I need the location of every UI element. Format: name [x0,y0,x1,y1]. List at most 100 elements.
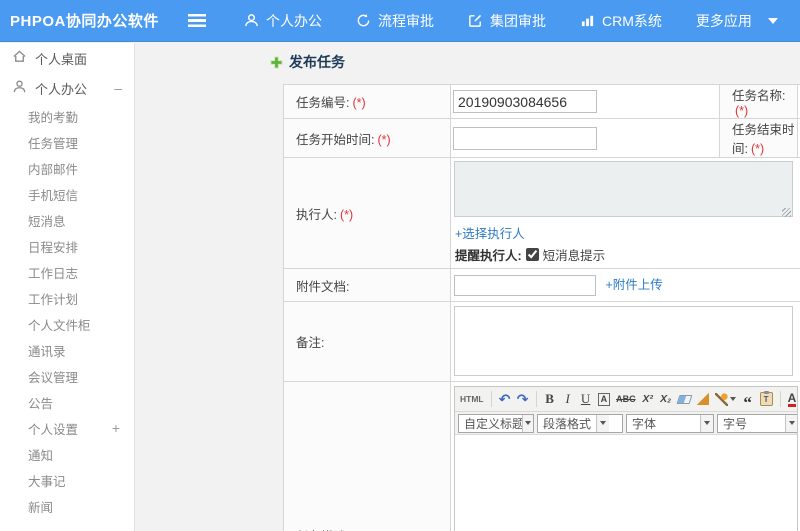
form-row-remark: 备注: [283,301,800,382]
sidebar-item-label: 个人办公 [35,81,88,97]
required-mark: (*) [735,104,749,118]
toolbar-separator [535,391,537,407]
sidebar-item-work-log[interactable]: 工作日志 [0,259,134,285]
sms-remind-option-label: 短消息提示 [542,249,606,263]
sidebar-item-label: 日程安排 [28,240,79,255]
superscript-button[interactable]: X² [640,390,656,409]
format-brush-button[interactable] [695,390,711,409]
sidebar-item-file-cabinet[interactable]: 个人文件柜 [0,311,134,337]
sidebar-item-sms[interactable]: 手机短信 [0,181,134,207]
sidebar-item-notice[interactable]: 通知 [0,441,134,467]
sidebar-item-label: 通讯录 [28,344,66,359]
remark-textarea[interactable] [454,306,793,376]
chevron-down-icon [600,421,607,425]
form-row-description: 任务描述:(*) HTML ↶ ↷ B I [283,381,800,531]
clipboard-icon: T [759,391,773,406]
executor-label: 执行人: [296,207,337,222]
main-content: 发布任务 任务编号:(*) 任务名称:(*) 任务开始时间:(*) 任务结束时间… [136,43,800,531]
underline-button[interactable]: U [578,390,594,409]
sidebar-item-personal-settings[interactable]: 个人设置 + [0,415,134,441]
sidebar-item-label: 内部邮件 [28,162,79,177]
paragraph-format-select[interactable]: 段落格式 [537,413,623,433]
nav-personal-office[interactable]: 个人办公 [244,11,322,31]
sidebar-item-task-manage[interactable]: 任务管理 [0,129,134,155]
sidebar-item-short-message[interactable]: 短消息 [0,207,134,233]
editor-body[interactable] [455,435,797,531]
executor-textarea[interactable] [454,161,793,217]
app-logo: PHPOA协同办公软件 [10,13,159,30]
nav-more-apps[interactable]: 更多应用 [696,11,752,31]
sidebar-item-label: 工作日志 [28,266,79,281]
attachment-input[interactable] [454,274,596,296]
sidebar-item-label: 个人桌面 [35,51,88,67]
remove-format-button[interactable] [676,390,693,409]
sidebar-item-personal-office[interactable]: 个人办公 – [0,73,134,103]
font-color-button[interactable]: A [786,390,797,409]
remind-executor-label: 提醒执行人: [455,249,522,263]
toolbar-separator [779,391,781,407]
sidebar-item-attendance[interactable]: 我的考勤 [0,103,134,129]
nav-process-approval[interactable]: 流程审批 [356,11,434,31]
strikethrough-button[interactable]: ABC [614,390,638,409]
task-no-input[interactable] [453,90,597,113]
bold-button[interactable]: B [542,390,558,409]
font-color-glyph: A [787,390,797,407]
paste-template-button[interactable]: T [758,390,775,409]
sidebar-item-contacts[interactable]: 通讯录 [0,337,134,363]
add-plus-icon [270,55,283,69]
font-family-select[interactable]: 字体 [626,413,714,433]
sidebar-item-schedule[interactable]: 日程安排 [0,233,134,259]
source-code-button[interactable]: HTML [458,390,486,409]
chevron-down-icon [524,421,531,425]
sidebar-item-meeting[interactable]: 会议管理 [0,363,134,389]
chevron-down-icon[interactable] [767,17,778,24]
select-value: 字体 [632,416,657,431]
quick-format-button[interactable] [713,390,738,409]
edit-square-icon [468,13,483,28]
sidebar-item-label: 通知 [28,448,54,463]
sms-remind-checkbox[interactable] [525,248,539,261]
font-style-button[interactable]: A [596,390,613,409]
heading-select[interactable]: 自定义标题 [458,413,534,433]
attachment-upload-link[interactable]: +附件上传 [605,278,662,292]
top-header: PHPOA协同办公软件 个人办公 流程审批 集团审批 CRM系统 更多应用 [0,0,800,42]
nav-crm-system[interactable]: CRM系统 [580,11,662,31]
collapse-icon[interactable]: – [114,80,122,96]
sidebar-item-work-plan[interactable]: 工作计划 [0,285,134,311]
sidebar-item-label: 公告 [28,396,54,411]
task-form: 任务编号:(*) 任务名称:(*) 任务开始时间:(*) 任务结束时间:(*) … [283,84,800,531]
sidebar-item-memorabilia[interactable]: 大事记 [0,467,134,493]
top-nav: 个人办公 流程审批 集团审批 CRM系统 更多应用 [244,11,778,31]
start-time-label: 任务开始时间: [296,132,375,147]
redo-icon[interactable]: ↷ [515,390,531,409]
form-row-executor: 执行人: (*) +选择执行人 提醒执行人: 短消息提示 [283,157,800,269]
select-value: 自定义标题 [464,416,522,431]
font-size-select[interactable]: 字号 [717,413,797,433]
nav-label: CRM系统 [602,12,662,29]
expand-icon[interactable]: + [112,420,120,436]
choose-executor-link[interactable]: +选择执行人 [455,227,525,241]
app-window: PHPOA协同办公软件 个人办公 流程审批 集团审批 CRM系统 更多应用 个人… [0,0,800,531]
sidebar-item-label: 短消息 [28,214,66,229]
sidebar-item-label: 大事记 [28,474,66,489]
sidebar: 个人桌面 个人办公 – 我的考勤 任务管理 内部邮件 手机短信 短消息 日程安排… [0,43,135,531]
editor-toolbar-2: 自定义标题 段落格式 字体 字号 [455,412,797,435]
sidebar-item-label: 任务管理 [28,136,79,151]
undo-icon[interactable]: ↶ [497,390,513,409]
menu-toggle-icon[interactable] [188,14,206,27]
sidebar-item-desktop[interactable]: 个人桌面 [0,43,134,73]
nav-label: 流程审批 [378,12,434,29]
rich-text-editor: HTML ↶ ↷ B I U A ABC X² X₂ “ T A 自定义标题 段… [454,386,798,531]
sidebar-item-announcement[interactable]: 公告 [0,389,134,415]
nav-group-approval[interactable]: 集团审批 [468,11,546,31]
resize-handle-icon[interactable] [782,208,791,217]
sidebar-item-news[interactable]: 新闻 [0,493,134,519]
font-style-glyph: A [597,392,611,406]
sidebar-item-internal-mail[interactable]: 内部邮件 [0,155,134,181]
subscript-button[interactable]: X₂ [658,390,674,409]
italic-button[interactable]: I [560,390,576,409]
start-time-input[interactable] [453,126,597,150]
blockquote-button[interactable]: “ [740,390,756,411]
sidebar-item-label: 工作计划 [28,292,79,307]
brush-icon [696,393,709,405]
